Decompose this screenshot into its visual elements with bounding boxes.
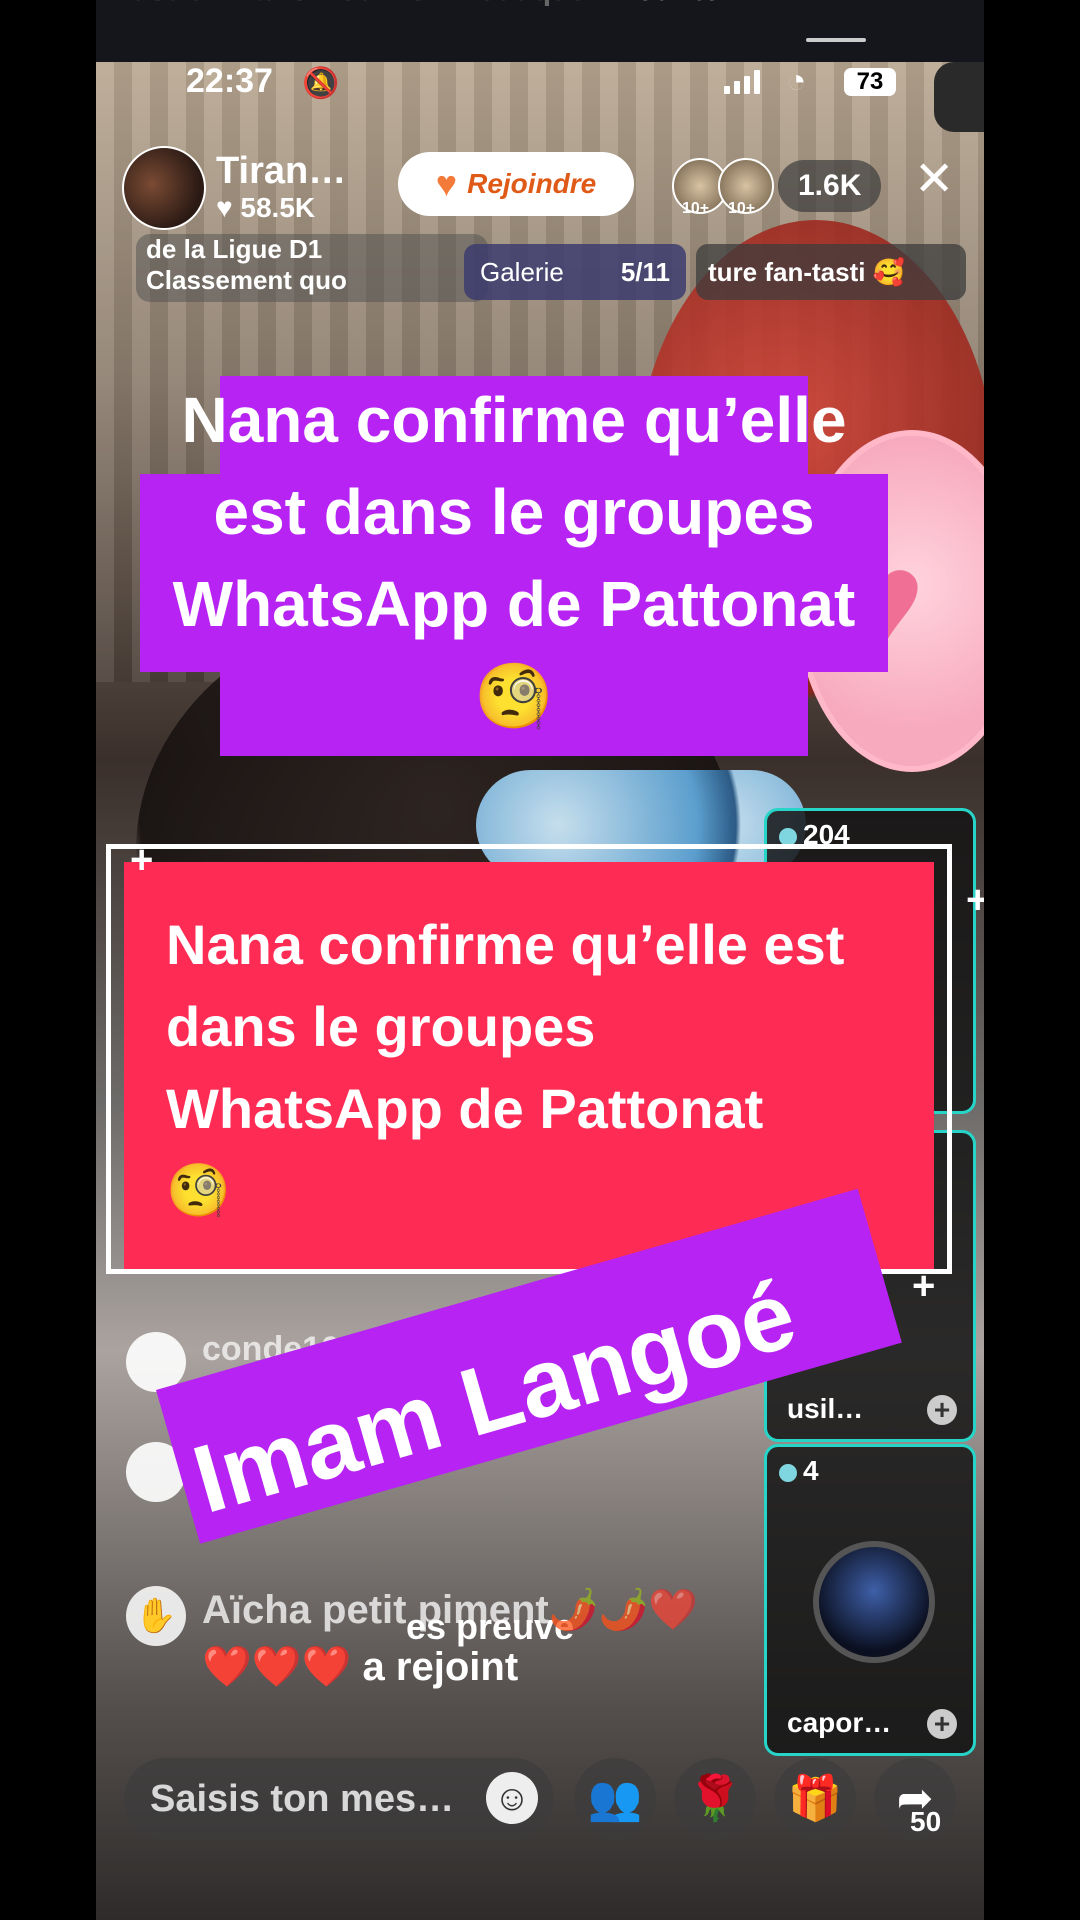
- side-card[interactable]: 4 capor… +: [764, 1444, 976, 1756]
- viewer-list[interactable]: 10+ 10+ 1.6K: [672, 158, 882, 217]
- share-count: 50: [910, 1806, 942, 1837]
- ticker-line: Classement quo: [146, 265, 347, 295]
- fan-pill[interactable]: ture fan-tasti 🥰: [696, 244, 966, 300]
- galerie-pill[interactable]: Galerie 5/11: [464, 244, 686, 300]
- tab-illustre[interactable]: illustré: [106, 0, 204, 34]
- heart-plus-icon: ♥: [435, 163, 458, 204]
- joined-line: ❤️❤️❤️ a rejoint: [126, 1643, 766, 1690]
- joined-action: a rejoint: [362, 1645, 519, 1689]
- joined-hearts: ❤️❤️❤️: [202, 1645, 352, 1689]
- status-bar: 22:37 🔕 ◔ 73: [96, 62, 984, 108]
- side-card-name: usil…: [787, 1393, 864, 1424]
- join-button[interactable]: ♥ Rejoindre: [398, 152, 634, 216]
- rose-icon[interactable]: 🌹: [674, 1758, 756, 1840]
- wave-hand-icon: ✋: [126, 1586, 186, 1646]
- viewer-badge: 10+: [728, 200, 756, 217]
- emoji-icon[interactable]: ☺: [486, 1772, 538, 1824]
- tab-boutique[interactable]: Boutique: [456, 0, 586, 34]
- comment-input[interactable]: Saisis ton mes… ☺: [124, 1758, 554, 1840]
- live-stream-view: illustré Paris Suivis Boutique Pour toi …: [96, 0, 984, 1920]
- comment-placeholder: Saisis ton mes…: [150, 1778, 455, 1820]
- cast-button[interactable]: [934, 62, 984, 132]
- side-card-count: 4: [779, 1455, 819, 1487]
- viewer-badge: 10+: [682, 200, 710, 217]
- galerie-page: 5/11: [620, 256, 670, 287]
- sparkle-plus-icon: +: [966, 878, 984, 922]
- multi-guest-icon[interactable]: 👥: [574, 1758, 656, 1840]
- tab-paris[interactable]: Paris: [234, 0, 307, 34]
- add-icon[interactable]: +: [927, 1709, 957, 1739]
- fan-pill-text: ture fan-tasti: [708, 257, 866, 287]
- host-avatar[interactable]: [122, 146, 206, 230]
- host-likes: ♥ 58.5K: [216, 192, 316, 223]
- wifi-icon: ◔: [786, 62, 807, 100]
- heart-face-icon: 🥰: [872, 257, 906, 287]
- status-time: 22:37: [186, 62, 273, 100]
- tab-suivis[interactable]: Suivis: [338, 0, 426, 34]
- caption-red-text: Nana confirme qu’elle est dans le groupe…: [166, 913, 845, 1140]
- side-card-name: capor…: [787, 1707, 892, 1738]
- tab-pour-toi[interactable]: Pour toi: [616, 0, 729, 34]
- host-likes-count: 58.5K: [240, 192, 316, 223]
- sparkle-plus-icon: +: [130, 838, 154, 882]
- caption-purple: Nana confirme qu’elle est dans le groupe…: [172, 384, 856, 732]
- viewer-avatar[interactable]: 10+: [718, 158, 774, 217]
- ticker-panel[interactable]: de la Ligue D1 Classement quo: [136, 234, 488, 302]
- bell-muted-icon: 🔕: [302, 67, 340, 100]
- join-notification: ✋ Aïcha petit piment🌶️🌶️❤️ ❤️❤️❤️ a rejo…: [126, 1586, 766, 1690]
- ticker-line: de la Ligue D1: [146, 234, 323, 264]
- sparkle-plus-icon: +: [912, 1264, 936, 1308]
- close-icon[interactable]: ✕: [914, 156, 954, 204]
- join-label: Rejoindre: [467, 168, 597, 199]
- signal-icon: [724, 70, 760, 94]
- joined-user[interactable]: Aïcha petit piment🌶️🌶️❤️: [126, 1586, 766, 1633]
- viewer-count[interactable]: 1.6K: [778, 160, 882, 212]
- battery-indicator: 73: [844, 68, 896, 96]
- galerie-label: Galerie: [480, 256, 564, 287]
- host-name: Tiran…: [216, 150, 347, 192]
- side-card-avatar[interactable]: [813, 1541, 935, 1663]
- host-info[interactable]: Tiran… ♥ 58.5K ♥ Rejoindre: [122, 146, 634, 230]
- gift-icon[interactable]: 🎁: [774, 1758, 856, 1840]
- active-tab-indicator: [806, 38, 866, 42]
- top-tab-bar: illustré Paris Suivis Boutique Pour toi: [96, 0, 984, 34]
- caption-red: Nana confirme qu’elle est dans le groupe…: [166, 904, 886, 1232]
- add-icon[interactable]: +: [927, 1395, 957, 1425]
